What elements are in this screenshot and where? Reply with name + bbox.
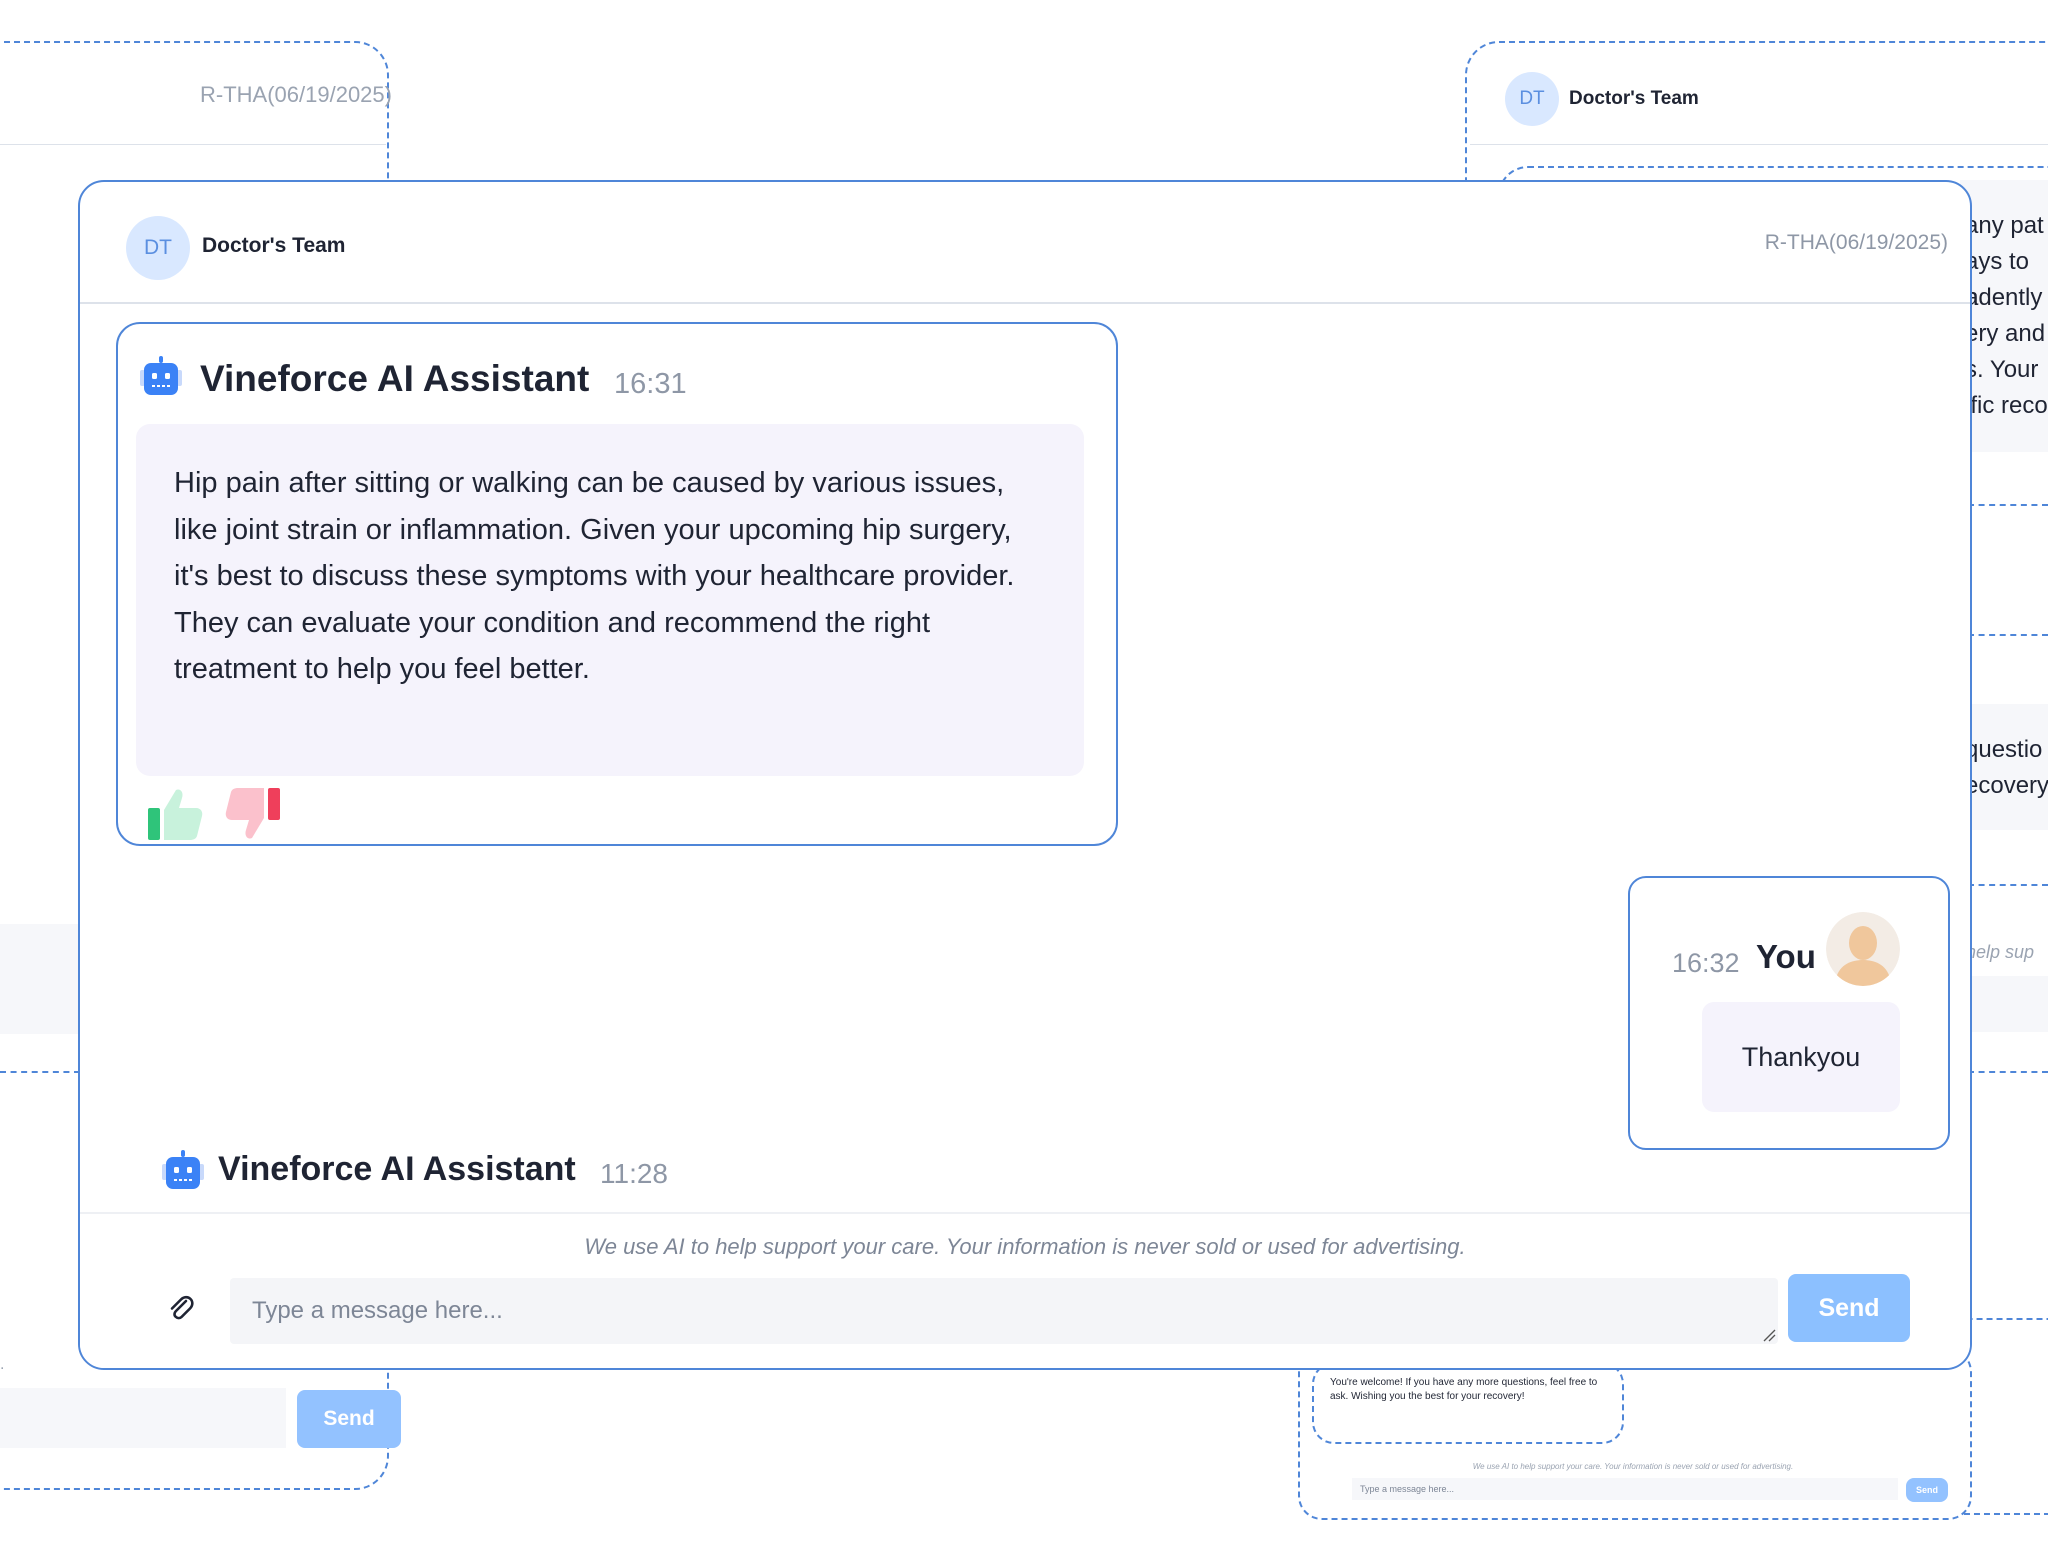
background-mini-send: Send: [1906, 1478, 1948, 1502]
background-patient-code: R-THA(06/19/2025): [200, 82, 392, 107]
message-input[interactable]: [230, 1278, 1778, 1344]
background-input: [0, 1388, 286, 1448]
background-snippet-4: ery and: [1965, 320, 2046, 347]
background-mini-input: Type a message here...: [1352, 1478, 1898, 1500]
chat-header: DT Doctor's Team R-THA(06/19/2025): [80, 182, 1970, 304]
assistant-message-time-2: 11:28: [600, 1158, 668, 1189]
background-gray-band: [0, 924, 90, 1034]
team-avatar: DT: [126, 216, 190, 280]
background-avatar: DT: [1505, 72, 1559, 126]
background-snippet-b2: ecovery: [1965, 772, 2048, 799]
user-avatar-icon: [1826, 912, 1900, 986]
ai-disclaimer: We use AI to help support your care. You…: [584, 1234, 1466, 1259]
patient-code: R-THA(06/19/2025): [1764, 231, 1948, 254]
user-sender-name: You: [1756, 938, 1816, 975]
background-mini-message: You're welcome! If you have any more que…: [1330, 1377, 1598, 1402]
background-snippet-6: ific reco: [1965, 392, 2048, 419]
background-header-divider-right: [1470, 144, 2048, 145]
user-message-card: 16:32 You Thankyou: [1628, 876, 1950, 1150]
background-input-right: [1960, 976, 2048, 1032]
background-dash-right-1: [1968, 504, 2048, 506]
background-snippet-b1: questio: [1965, 736, 2043, 763]
background-disclaimer-fragment: help sup: [1966, 942, 2035, 962]
background-header-divider: [0, 144, 386, 145]
robot-icon: [162, 1150, 204, 1189]
resize-grip-icon[interactable]: [1762, 1328, 1776, 1342]
send-button[interactable]: Send: [1788, 1274, 1910, 1342]
background-snippet-5: s. Your: [1965, 356, 2039, 383]
user-message-time: 16:32: [1672, 948, 1740, 978]
user-message-bubble: Thankyou: [1702, 1002, 1900, 1112]
assistant-message-time: 16:31: [614, 368, 687, 400]
thumbs-up-icon[interactable]: [146, 786, 204, 842]
paperclip-icon[interactable]: [166, 1294, 196, 1324]
background-team-name: Doctor's Team: [1569, 88, 1699, 109]
assistant-message-text: Hip pain after sitting or walking can be…: [174, 467, 1015, 685]
robot-icon: [140, 356, 182, 395]
background-dash-right-2: [1968, 634, 2048, 636]
background-dash-right-3: [1968, 884, 2048, 886]
background-snippet-3: ndently: [1965, 284, 2043, 311]
background-dash-line: [0, 1071, 80, 1073]
background-mini-disclaimer: We use AI to help support your care. You…: [1472, 1462, 1794, 1471]
team-name: Doctor's Team: [202, 234, 346, 257]
assistant-message-bubble: Hip pain after sitting or walking can be…: [136, 424, 1084, 776]
composer-area: We use AI to help support your care. You…: [80, 1212, 1970, 1368]
assistant-message-card: Vineforce AI Assistant 16:31 Hip pain af…: [116, 322, 1118, 846]
background-send-button: Send: [297, 1390, 401, 1448]
background-period: .: [0, 1356, 5, 1373]
thumbs-down-icon[interactable]: [224, 786, 282, 842]
background-dash-right-4: [1968, 1071, 2048, 1073]
background-snippet-1: any pat: [1965, 212, 2044, 239]
chat-window: DT Doctor's Team R-THA(06/19/2025) Vinef…: [78, 180, 1972, 1370]
assistant-sender-name-2: Vineforce AI Assistant: [218, 1150, 576, 1188]
assistant-sender-name: Vineforce AI Assistant: [200, 358, 590, 399]
